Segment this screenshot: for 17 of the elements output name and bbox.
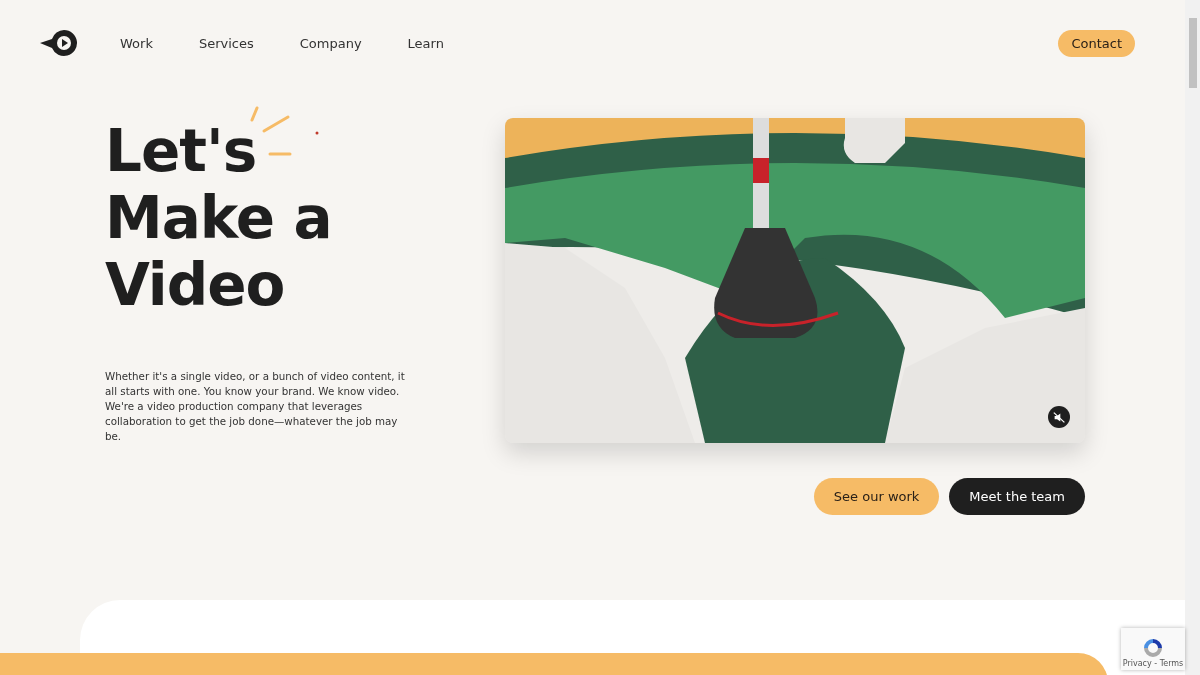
- hero-title-line: Video: [105, 252, 285, 319]
- hero-title-line: Let's: [105, 118, 257, 185]
- video-illustration-drawing[interactable]: [505, 118, 1085, 443]
- logo-icon[interactable]: [40, 29, 78, 57]
- team-button[interactable]: Meet the team: [949, 478, 1085, 515]
- nav-link[interactable]: Work: [120, 35, 153, 51]
- nav-link[interactable]: Services: [198, 35, 254, 51]
- work-button[interactable]: See our work: [813, 478, 940, 515]
- hero-title-line: Make a: [105, 185, 332, 252]
- hero-description: Whether it's a single video, or a bunch of video content, it all starts with one. You know your brand. We know video. We're a video production company that leverages collaboration to get the job done—whatever the job may be.: [105, 369, 406, 444]
- recaptcha-links[interactable]: Privacy - Terms: [1122, 659, 1184, 668]
- recaptcha-icon: [1142, 637, 1164, 659]
- recaptcha-badge[interactable]: Privacy - Terms: [1121, 628, 1185, 670]
- nav-link[interactable]: Learn: [407, 35, 444, 51]
- speaker-muted-icon: [1052, 410, 1066, 424]
- contact-button[interactable]: Contact: [1058, 29, 1135, 57]
- nav-link[interactable]: Company: [299, 35, 362, 51]
